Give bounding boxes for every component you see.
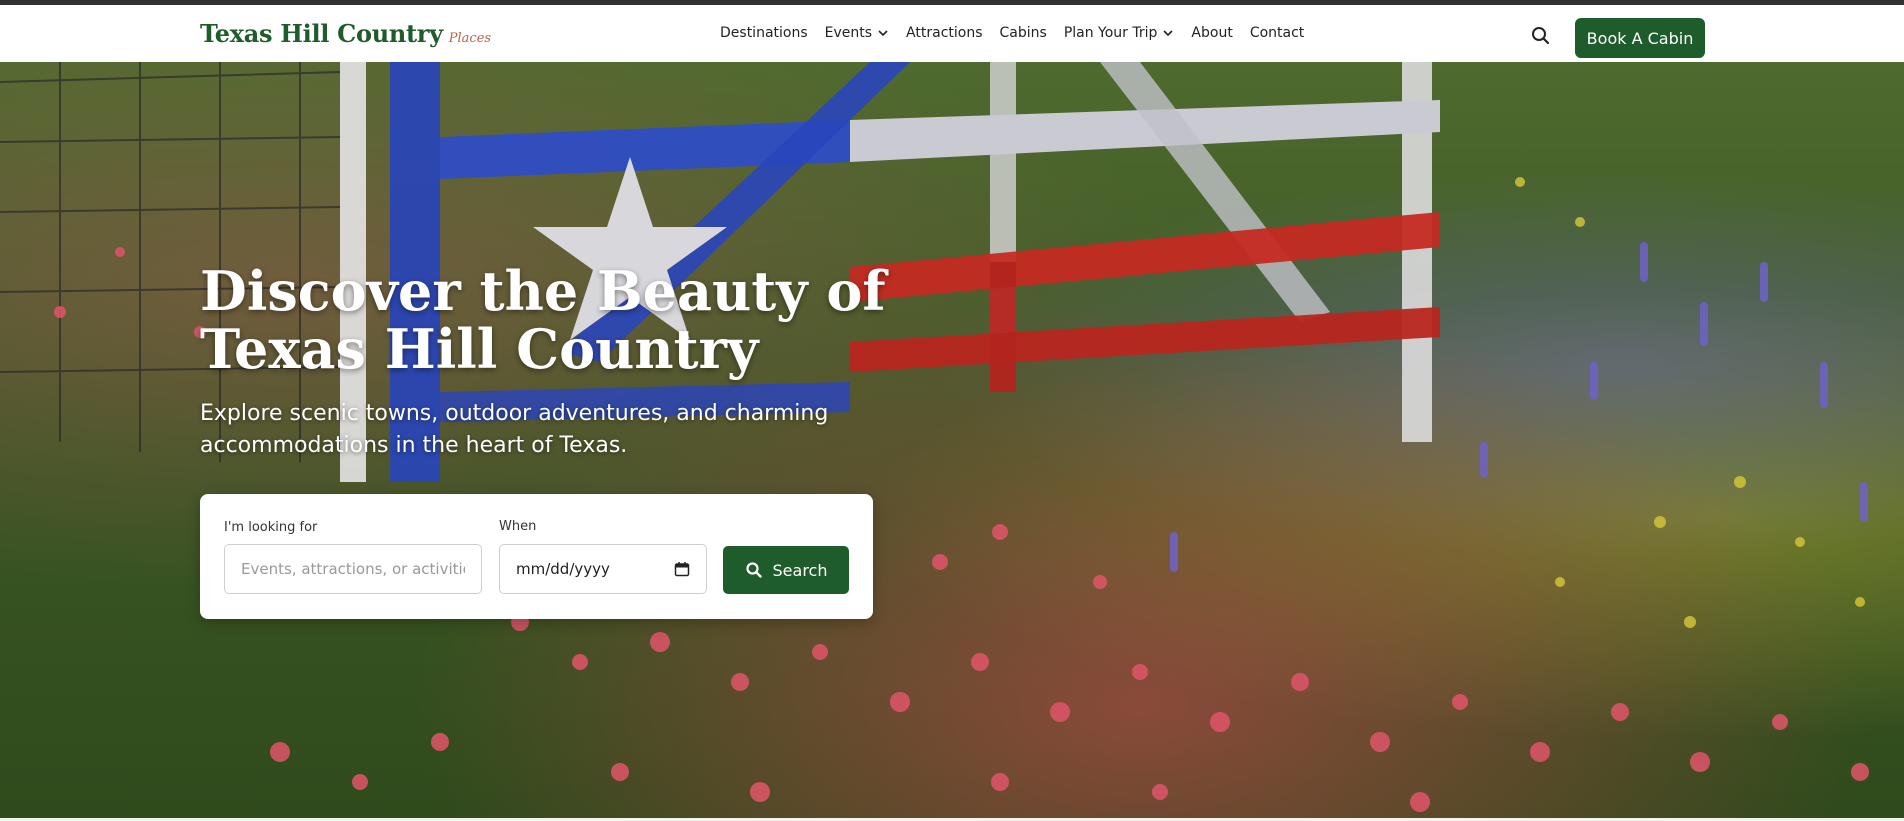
looking-for-input[interactable]: [224, 544, 482, 594]
book-a-cabin-button[interactable]: Book A Cabin: [1575, 18, 1705, 58]
nav-item-plan-your-trip[interactable]: Plan Your Trip: [1064, 25, 1175, 41]
date-placeholder: mm/dd/yyyy: [516, 560, 610, 578]
book-a-cabin-label: Book A Cabin: [1586, 28, 1694, 48]
when-date-input[interactable]: mm/dd/yyyy: [499, 544, 707, 594]
nav-item-destinations[interactable]: Destinations: [720, 25, 808, 41]
nav-item-events[interactable]: Events: [825, 25, 889, 41]
search-button[interactable]: Search: [723, 546, 849, 594]
brand-tagline: Places: [448, 31, 492, 46]
brand-name: Texas Hill Country: [200, 19, 443, 48]
nav-label: Cabins: [999, 25, 1047, 41]
when-label: When: [499, 519, 537, 534]
nav-label: About: [1191, 25, 1233, 41]
hero-title-line-2: Texas Hill Country: [200, 317, 759, 381]
nav-label: Contact: [1249, 25, 1305, 41]
search-icon: [1532, 27, 1550, 45]
search-icon: [745, 562, 762, 578]
site-header: Texas Hill Country Places Destinations E…: [0, 5, 1904, 63]
calendar-icon[interactable]: [674, 561, 690, 577]
nav-label: Events: [824, 25, 873, 41]
nav-label: Attractions: [906, 25, 983, 41]
search-panel: I'm looking for When mm/dd/yyyy Search: [200, 494, 873, 619]
search-button-label: Search: [772, 560, 828, 580]
nav-item-contact[interactable]: Contact: [1250, 25, 1304, 41]
looking-for-label: I'm looking for: [224, 520, 318, 535]
chevron-down-icon: [878, 30, 888, 37]
hero-title: Discover the Beauty of Texas Hill Countr…: [200, 262, 960, 378]
nav-item-cabins[interactable]: Cabins: [1000, 25, 1047, 41]
header-search-button[interactable]: [1530, 25, 1552, 47]
chevron-down-icon: [1163, 30, 1173, 37]
brand-logo[interactable]: Texas Hill Country Places: [200, 19, 491, 48]
nav-item-attractions[interactable]: Attractions: [906, 25, 982, 41]
hero-title-line-1: Discover the Beauty of: [200, 259, 886, 323]
nav-item-about[interactable]: About: [1191, 25, 1232, 41]
hero-subtitle: Explore scenic towns, outdoor adventures…: [200, 401, 829, 458]
main-nav: Destinations Events Attractions Cabins P…: [720, 25, 1304, 41]
nav-label: Plan Your Trip: [1063, 25, 1158, 41]
nav-label: Destinations: [720, 25, 808, 41]
hero-section: Discover the Beauty of Texas Hill Countr…: [0, 62, 1904, 818]
